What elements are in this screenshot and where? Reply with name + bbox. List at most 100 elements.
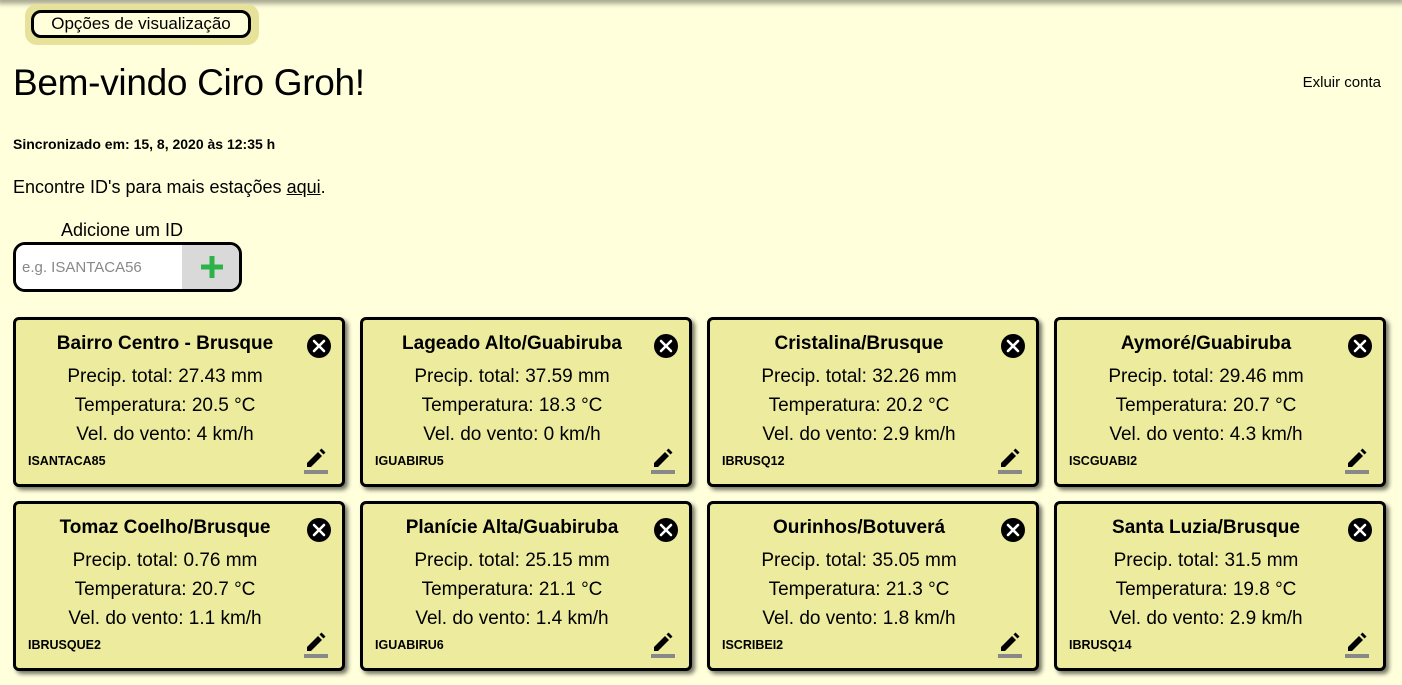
station-name-text: Cristalina/Brusque: [774, 333, 944, 354]
station-precip: Precip. total: 29.46 mm: [1057, 364, 1383, 390]
close-icon[interactable]: [306, 517, 332, 543]
station-id: IGUABIRU5: [375, 454, 444, 468]
station-precip: Precip. total: 0.76 mm: [16, 548, 342, 574]
station-name-text: Aymoré/Guabiruba: [1120, 333, 1292, 354]
close-icon[interactable]: [1347, 333, 1373, 359]
station-card: Tomaz Coelho/Brusque Precip. total: 0.76…: [13, 501, 345, 671]
station-temp-text: Temperatura: 20.5 °C: [74, 395, 256, 416]
station-precip-text: Precip. total: 29.46 mm: [1108, 366, 1304, 387]
station-id: IBRUSQ12: [722, 454, 785, 468]
station-temp-text: Temperatura: 20.2 °C: [768, 395, 950, 416]
station-id: ISCGUABI2: [1069, 454, 1138, 468]
add-id-form: [13, 242, 242, 292]
station-name: Aymoré/Guabiruba: [1057, 331, 1383, 357]
edit-pencil-icon[interactable]: [304, 630, 328, 658]
station-card: Aymoré/Guabiruba Precip. total: 29.46 mm…: [1054, 317, 1386, 487]
station-temp-text: Temperatura: 21.3 °C: [768, 579, 950, 600]
station-wind-text: Vel. do vento: 4 km/h: [76, 424, 254, 445]
station-temp-text: Temperatura: 20.7 °C: [1115, 395, 1297, 416]
add-id-label: Adicione um ID: [61, 220, 184, 240]
edit-pencil-icon[interactable]: [1345, 446, 1369, 474]
station-name-text: Planície Alta/Guabiruba: [405, 517, 619, 538]
station-precip: Precip. total: 32.26 mm: [710, 364, 1036, 390]
station-name-text: Ourinhos/Botuverá: [772, 517, 946, 538]
station-id: IGUABIRU6: [375, 638, 444, 652]
station-precip-text: Precip. total: 0.76 mm: [72, 550, 258, 571]
find-ids-link[interactable]: aqui: [287, 177, 321, 197]
station-temp: Temperatura: 20.7 °C: [16, 577, 342, 603]
station-card: Cristalina/Brusque Precip. total: 32.26 …: [707, 317, 1039, 487]
edit-pencil-icon[interactable]: [651, 446, 675, 474]
station-card: Bairro Centro - Brusque Precip. total: 2…: [13, 317, 345, 487]
find-ids-text: Encontre ID's para mais estações aqui.: [13, 175, 326, 199]
station-temp: Temperatura: 21.3 °C: [710, 577, 1036, 603]
station-precip: Precip. total: 31.5 mm: [1057, 548, 1383, 574]
station-card: Planície Alta/Guabiruba Precip. total: 2…: [360, 501, 692, 671]
station-name: Cristalina/Brusque: [710, 331, 1036, 357]
station-name: Tomaz Coelho/Brusque: [16, 515, 342, 541]
station-id: IBRUSQUE2: [28, 638, 101, 652]
station-wind: Vel. do vento: 1.1 km/h: [16, 606, 342, 632]
station-precip-text: Precip. total: 32.26 mm: [761, 366, 957, 387]
close-icon[interactable]: [653, 333, 679, 359]
station-wind: Vel. do vento: 4.3 km/h: [1057, 422, 1383, 448]
station-temp: Temperatura: 20.2 °C: [710, 393, 1036, 419]
edit-pencil-icon[interactable]: [998, 630, 1022, 658]
station-id: ISANTACA85: [28, 454, 106, 468]
station-name: Bairro Centro - Brusque: [16, 331, 342, 357]
close-icon[interactable]: [306, 333, 332, 359]
edit-pencil-icon[interactable]: [998, 446, 1022, 474]
close-icon[interactable]: [1000, 517, 1026, 543]
station-precip: Precip. total: 27.43 mm: [16, 364, 342, 390]
find-ids-prefix: Encontre ID's para mais estações: [13, 177, 287, 197]
station-precip-text: Precip. total: 35.05 mm: [761, 550, 957, 571]
find-ids-suffix: .: [320, 177, 326, 197]
station-id: ISCRIBEI2: [722, 638, 784, 652]
sync-status: Sincronizado em: 15, 8, 2020 às 12:35 h: [13, 136, 276, 152]
add-id-input[interactable]: [16, 245, 182, 289]
welcome-title: Bem-vindo Ciro Groh!: [13, 62, 365, 103]
station-wind: Vel. do vento: 2.9 km/h: [1057, 606, 1383, 632]
station-wind: Vel. do vento: 2.9 km/h: [710, 422, 1036, 448]
station-precip: Precip. total: 35.05 mm: [710, 548, 1036, 574]
station-name-text: Lageado Alto/Guabiruba: [402, 333, 622, 354]
delete-account-link[interactable]: Exluir conta: [1303, 73, 1381, 93]
station-precip: Precip. total: 25.15 mm: [363, 548, 689, 574]
station-card: Lageado Alto/Guabiruba Precip. total: 37…: [360, 317, 692, 487]
station-temp: Temperatura: 20.5 °C: [16, 393, 342, 419]
station-wind: Vel. do vento: 1.4 km/h: [363, 606, 689, 632]
station-wind-text: Vel. do vento: 2.9 km/h: [762, 424, 956, 445]
plus-icon: [201, 256, 223, 278]
station-name: Lageado Alto/Guabiruba: [363, 331, 689, 357]
station-temp-text: Temperatura: 18.3 °C: [421, 395, 603, 416]
station-card: Ourinhos/Botuverá Precip. total: 35.05 m…: [707, 501, 1039, 671]
close-icon[interactable]: [653, 517, 679, 543]
station-temp: Temperatura: 20.7 °C: [1057, 393, 1383, 419]
station-name-text: Bairro Centro - Brusque: [56, 333, 274, 354]
station-wind-text: Vel. do vento: 1.1 km/h: [68, 608, 262, 629]
close-icon[interactable]: [1000, 333, 1026, 359]
station-temp-text: Temperatura: 21.1 °C: [421, 579, 603, 600]
station-name: Santa Luzia/Brusque: [1057, 515, 1383, 541]
edit-pencil-icon[interactable]: [651, 630, 675, 658]
station-wind-text: Vel. do vento: 2.9 km/h: [1109, 608, 1303, 629]
station-wind-text: Vel. do vento: 1.4 km/h: [415, 608, 609, 629]
station-temp: Temperatura: 18.3 °C: [363, 393, 689, 419]
station-id: IBRUSQ14: [1069, 638, 1132, 652]
edit-pencil-icon[interactable]: [1345, 630, 1369, 658]
station-card: Santa Luzia/Brusque Precip. total: 31.5 …: [1054, 501, 1386, 671]
station-temp: Temperatura: 21.1 °C: [363, 577, 689, 603]
station-precip-text: Precip. total: 25.15 mm: [414, 550, 610, 571]
station-temp-text: Temperatura: 19.8 °C: [1115, 579, 1297, 600]
station-name-text: Tomaz Coelho/Brusque: [59, 517, 271, 538]
station-precip: Precip. total: 37.59 mm: [363, 364, 689, 390]
station-wind: Vel. do vento: 0 km/h: [363, 422, 689, 448]
edit-pencil-icon[interactable]: [304, 446, 328, 474]
view-options-button[interactable]: Opções de visualização: [31, 10, 251, 38]
station-precip-text: Precip. total: 37.59 mm: [414, 366, 610, 387]
station-wind: Vel. do vento: 1.8 km/h: [710, 606, 1036, 632]
close-icon[interactable]: [1347, 517, 1373, 543]
add-id-button[interactable]: [182, 245, 239, 289]
station-wind-text: Vel. do vento: 4.3 km/h: [1109, 424, 1303, 445]
station-name: Ourinhos/Botuverá: [710, 515, 1036, 541]
